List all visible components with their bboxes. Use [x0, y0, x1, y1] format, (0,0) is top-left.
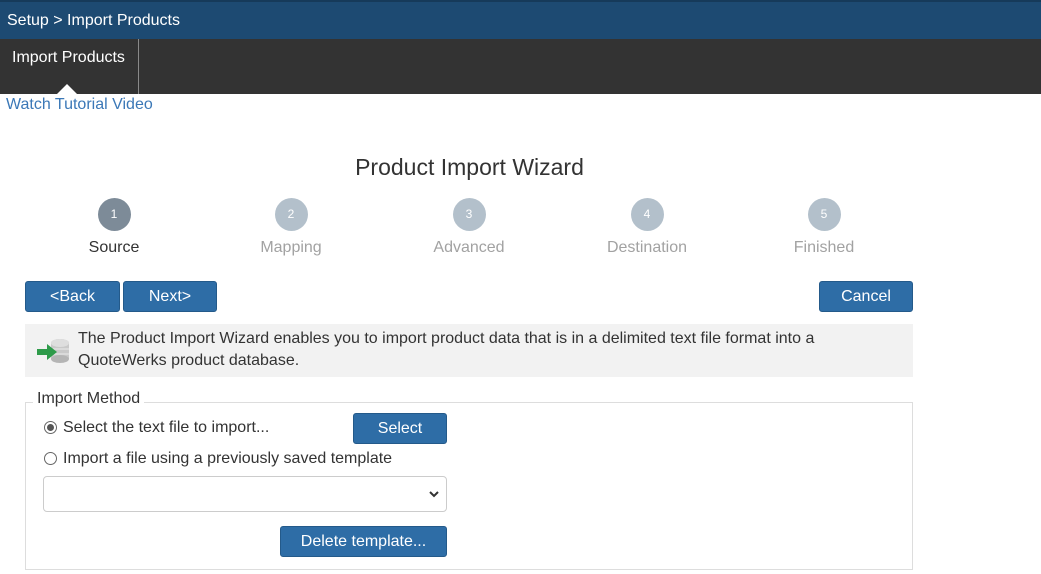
step-number-5: 5	[807, 198, 841, 231]
info-text: The Product Import Wizard enables you to…	[78, 330, 815, 369]
radio-select-text-file[interactable]	[44, 421, 57, 434]
tab-label: Import Products	[12, 49, 125, 66]
info-panel: The Product Import Wizard enables you to…	[25, 324, 913, 377]
radio-label-select-text-file: Select the text file to import...	[63, 419, 270, 436]
step-mapping: 2 Mapping	[231, 198, 351, 257]
select-file-button[interactable]: Select	[353, 413, 447, 444]
step-number-1: 1	[97, 198, 131, 231]
chevron-down-icon	[429, 491, 439, 498]
active-tab-caret	[57, 84, 77, 94]
import-database-icon	[37, 339, 69, 363]
step-advanced: 3 Advanced	[409, 198, 529, 257]
cancel-button[interactable]: Cancel	[819, 281, 913, 312]
tab-bar: Import Products	[0, 39, 1041, 94]
step-label-destination: Destination	[606, 239, 688, 256]
step-number-2: 2	[274, 198, 308, 231]
watch-tutorial-link[interactable]: Watch Tutorial Video	[6, 96, 153, 114]
step-label-mapping: Mapping	[260, 239, 322, 256]
step-finished: 5 Finished	[764, 198, 884, 257]
radio-saved-template[interactable]	[44, 452, 57, 465]
step-label-finished: Finished	[793, 239, 855, 256]
template-select[interactable]	[43, 476, 447, 512]
breadcrumb: Setup > Import Products	[0, 0, 1041, 39]
step-label-source: Source	[88, 239, 140, 256]
tab-import-products[interactable]: Import Products	[0, 39, 139, 94]
step-source: 1 Source	[54, 198, 174, 257]
back-button[interactable]: <Back	[25, 281, 120, 312]
radio-label-saved-template: Import a file using a previously saved t…	[63, 450, 393, 467]
next-button[interactable]: Next>	[123, 281, 217, 312]
wizard-title: Product Import Wizard	[355, 154, 584, 180]
import-method-legend: Import Method	[33, 390, 145, 408]
step-destination: 4 Destination	[587, 198, 707, 257]
step-number-3: 3	[452, 198, 486, 231]
delete-template-button[interactable]: Delete template...	[280, 526, 447, 557]
step-label-advanced: Advanced	[433, 239, 505, 256]
step-number-4: 4	[630, 198, 664, 231]
